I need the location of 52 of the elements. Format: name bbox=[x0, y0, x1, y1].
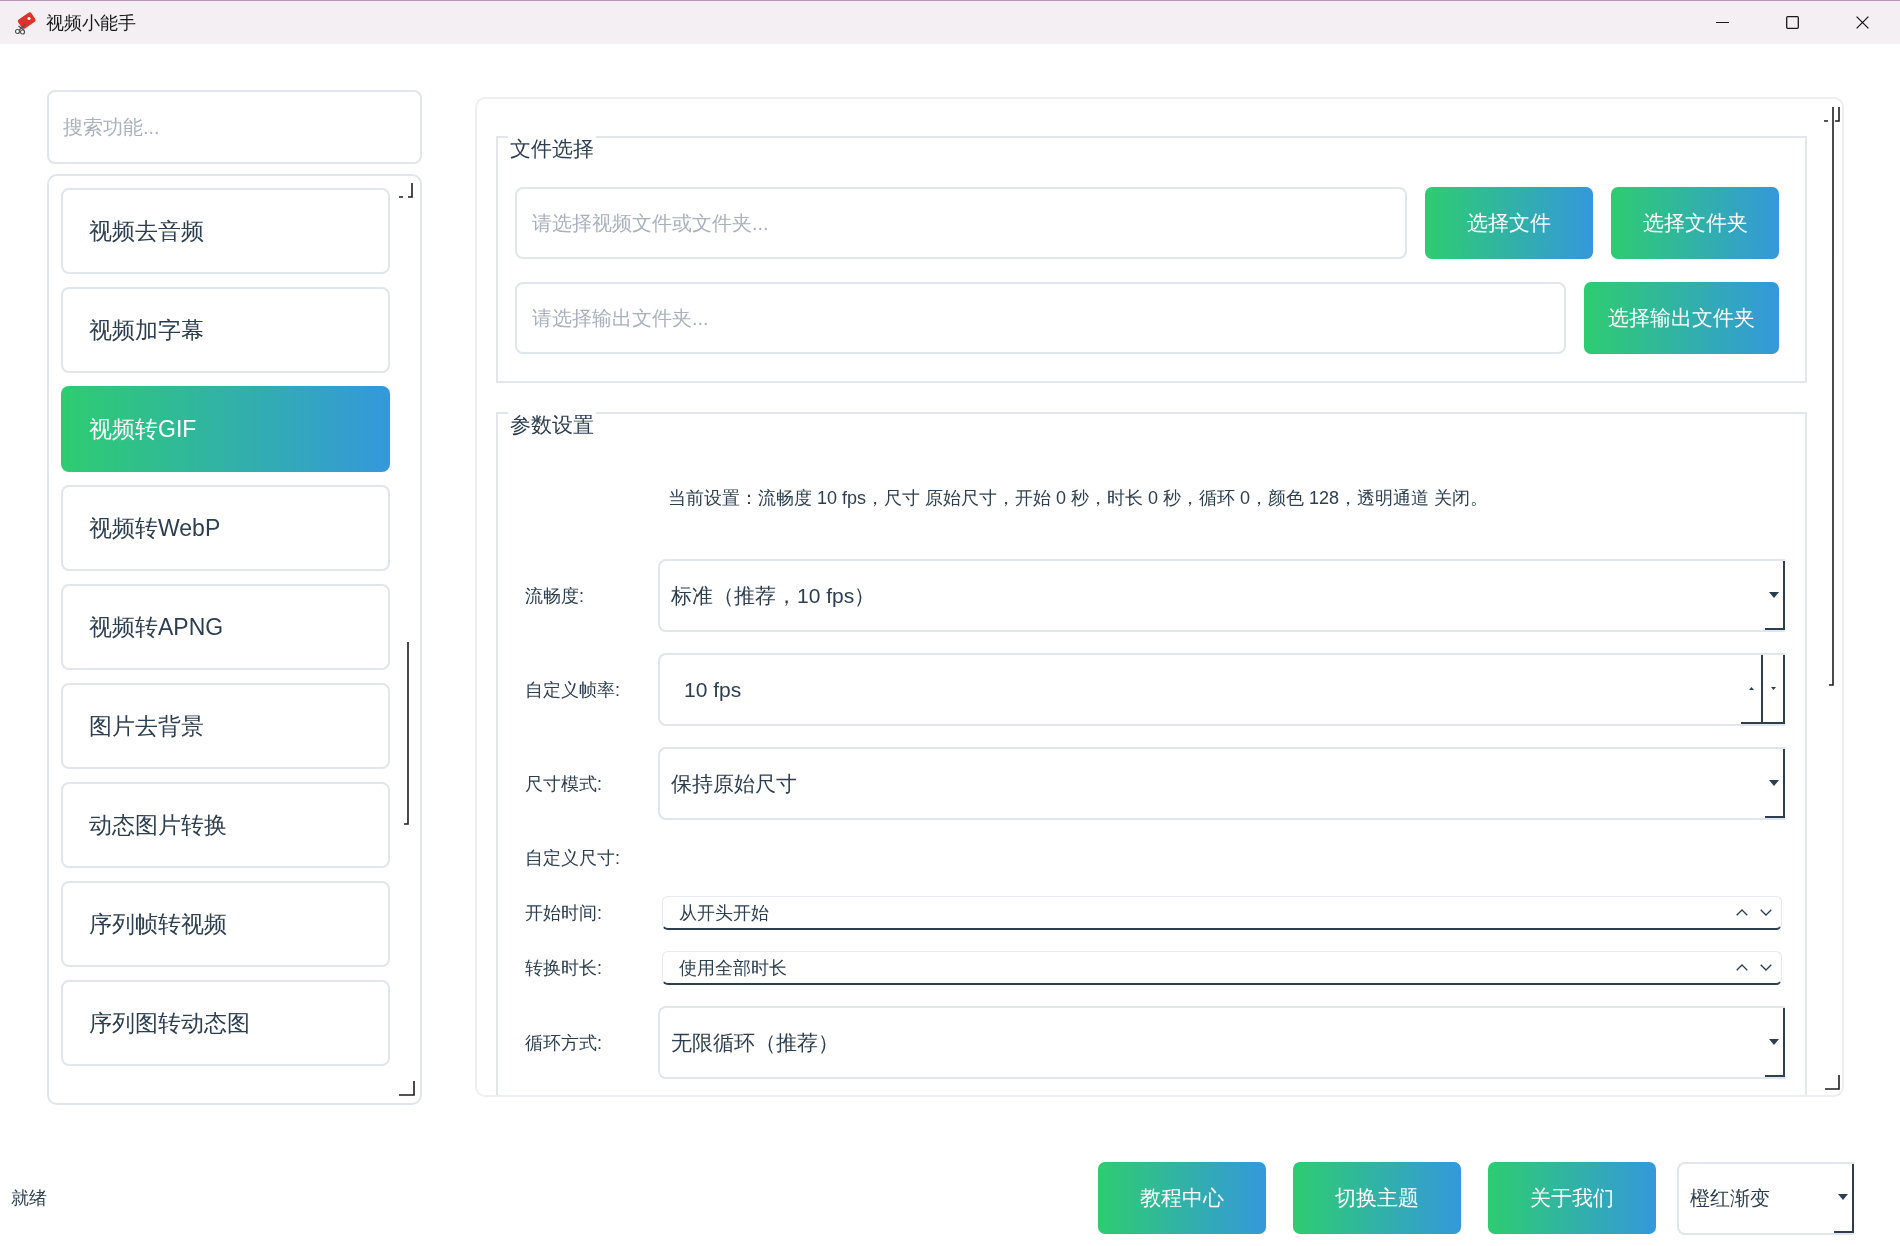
field-label: 尺寸模式: bbox=[525, 772, 603, 796]
field-label: 自定义尺寸: bbox=[525, 847, 621, 870]
path-field[interactable]: 请选择输出文件夹... bbox=[515, 282, 1566, 354]
spin-up-button[interactable] bbox=[1741, 655, 1763, 724]
spin-box[interactable]: 10 fps bbox=[658, 653, 1785, 726]
chevron-down-icon bbox=[1760, 964, 1772, 971]
scissors-tag-icon bbox=[14, 10, 38, 35]
dropdown[interactable]: 保持原始尺寸 bbox=[658, 747, 1785, 820]
time-field[interactable]: 使用全部时长 bbox=[662, 951, 1782, 985]
field-label: 自定义帧率: bbox=[525, 678, 621, 702]
caret-icon bbox=[1769, 1038, 1779, 1045]
group-title: 文件选择 bbox=[508, 136, 596, 162]
dropdown-arrow-button[interactable] bbox=[1765, 749, 1785, 818]
field-label: 循环方式: bbox=[525, 1031, 603, 1055]
caret-icon bbox=[1838, 1194, 1848, 1200]
sidebar-item[interactable]: 视频转WebP bbox=[61, 485, 390, 571]
window-title: 视频小能手 bbox=[46, 11, 136, 35]
close-icon bbox=[1855, 16, 1869, 29]
dropdown-arrow-button[interactable] bbox=[1834, 1163, 1854, 1233]
group-title: 参数设置 bbox=[508, 412, 596, 438]
minimize-icon bbox=[1715, 21, 1729, 24]
sidebar-item[interactable]: 视频加字幕 bbox=[61, 287, 390, 373]
search-field[interactable]: 搜索功能... bbox=[47, 90, 422, 164]
caret-icon bbox=[1769, 779, 1779, 786]
spin-down-button[interactable] bbox=[1763, 655, 1785, 724]
chevron-down-icon bbox=[1760, 909, 1772, 916]
theme-dropdown[interactable]: 橙红渐变 bbox=[1677, 1161, 1854, 1235]
field-label: 转换时长: bbox=[525, 957, 603, 980]
scrollbar[interactable] bbox=[397, 182, 417, 1097]
time-field[interactable]: 从开头开始 bbox=[662, 896, 1782, 930]
dropdown-arrow-button[interactable] bbox=[1765, 561, 1785, 630]
chevron-up-icon bbox=[1736, 964, 1748, 971]
settings-summary: 当前设置：流畅度 10 fps，尺寸 原始尺寸，开始 0 秒，时长 0 秒，循环 0，颜色 128，透明通道 关闭。 bbox=[668, 487, 1490, 510]
sidebar-item[interactable]: 动态图片转换 bbox=[61, 782, 390, 868]
chevron-up-icon bbox=[1736, 909, 1748, 916]
sidebar-item[interactable]: 序列帧转视频 bbox=[61, 881, 390, 967]
sidebar-item[interactable]: 序列图转动态图 bbox=[61, 980, 390, 1066]
dropdown[interactable]: 标准（推荐，10 fps） bbox=[658, 559, 1785, 632]
dropdown[interactable]: 无限循环（推荐） bbox=[658, 1006, 1785, 1079]
caret-icon bbox=[1769, 591, 1779, 598]
up-triangle-icon bbox=[1748, 687, 1754, 690]
maximize-icon bbox=[1785, 16, 1799, 29]
path-field[interactable]: 请选择视频文件或文件夹... bbox=[515, 187, 1407, 259]
status-text: 就绪 bbox=[11, 1187, 48, 1210]
sidebar-item[interactable]: 图片去背景 bbox=[61, 683, 390, 769]
sidebar-item[interactable]: 视频去音频 bbox=[61, 188, 390, 274]
sidebar-item[interactable]: 视频转APNG bbox=[61, 584, 390, 670]
scrollbar[interactable] bbox=[1823, 105, 1841, 1091]
field-label: 流畅度: bbox=[525, 584, 585, 608]
dropdown-arrow-button[interactable] bbox=[1765, 1008, 1785, 1077]
down-triangle-icon bbox=[1770, 687, 1776, 690]
field-label: 开始时间: bbox=[525, 902, 603, 925]
